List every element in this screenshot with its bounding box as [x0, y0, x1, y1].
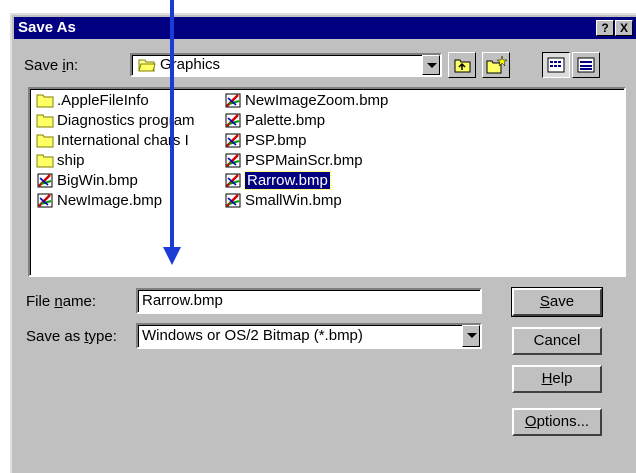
list-view-icon: [547, 57, 565, 73]
chevron-down-icon[interactable]: [422, 55, 440, 75]
folder-list-item[interactable]: International chars I: [36, 131, 189, 151]
file-name-text: International chars I: [57, 132, 189, 149]
file-list-item[interactable]: NewImageZoom.bmp: [224, 91, 388, 111]
file-name-input[interactable]: Rarrow.bmp: [136, 288, 482, 314]
file-name-text: PSPMainScr.bmp: [245, 152, 363, 169]
bitmap-file-icon: [225, 173, 241, 188]
file-list-item[interactable]: Rarrow.bmp: [224, 171, 331, 191]
file-name-text: .AppleFileInfo: [57, 92, 149, 109]
bitmap-file-icon: [225, 193, 241, 208]
file-name-text: BigWin.bmp: [57, 172, 138, 189]
save-in-label: Save in:: [24, 57, 78, 74]
save-as-type-value: Windows or OS/2 Bitmap (*.bmp): [142, 327, 363, 344]
file-name-label-accel: n: [54, 293, 63, 310]
file-name-text: SmallWin.bmp: [245, 192, 342, 209]
help-button-rest: elp: [552, 370, 573, 387]
file-list-item[interactable]: PSPMainScr.bmp: [224, 151, 363, 171]
details-view-icon: [577, 57, 595, 73]
file-list-item[interactable]: BigWin.bmp: [36, 171, 138, 191]
file-list[interactable]: .AppleFileInfo Diagnostics program Interna…: [28, 87, 626, 277]
bitmap-file-icon: [225, 93, 241, 108]
annotation-arrow-shaft: [170, 0, 174, 248]
close-button[interactable]: X: [615, 20, 633, 36]
save-in-label-suffix: n:: [65, 57, 79, 74]
save-as-type-label: Save as type:: [26, 328, 117, 345]
file-name-text: Rarrow.bmp: [244, 171, 331, 190]
help-button[interactable]: Help: [512, 365, 602, 393]
bitmap-file-icon: [225, 133, 241, 148]
file-list-item[interactable]: SmallWin.bmp: [224, 191, 342, 211]
file-name-text: NewImage.bmp: [57, 192, 163, 209]
file-name-text: NewImageZoom.bmp: [245, 92, 389, 109]
cancel-button-label: Cancel: [533, 332, 581, 349]
bitmap-file-icon: [37, 173, 53, 188]
options-button-accel: O: [524, 413, 537, 430]
save-in-value: Graphics: [160, 56, 221, 73]
bitmap-file-icon: [225, 153, 241, 168]
folder-list-item[interactable]: ship: [36, 151, 85, 171]
list-view-button[interactable]: [542, 52, 570, 78]
title-bar[interactable]: Save As ? X: [14, 17, 636, 39]
create-new-folder-button[interactable]: [482, 52, 510, 78]
file-name-label-prefix: File: [26, 293, 55, 310]
file-name-text: PSP.bmp: [245, 132, 307, 149]
folder-icon: [36, 134, 54, 148]
save-button-rest: ave: [549, 293, 575, 310]
file-list-item[interactable]: Palette.bmp: [224, 111, 325, 131]
file-name-value: Rarrow.bmp: [142, 292, 223, 309]
dialog-title: Save As: [18, 19, 76, 36]
save-as-dialog: Save As ? X Save in: Graphics .AppleFile…: [10, 13, 636, 473]
save-as-type-label-prefix: Save as: [26, 328, 85, 345]
save-as-type-combo[interactable]: Windows or OS/2 Bitmap (*.bmp): [136, 323, 482, 349]
bitmap-file-icon: [225, 113, 241, 128]
folder-icon: [36, 114, 54, 128]
file-list-item[interactable]: NewImage.bmp: [36, 191, 162, 211]
save-button[interactable]: Save: [511, 287, 603, 317]
options-button-rest: ptions...: [536, 413, 590, 430]
save-as-type-label-suffix: ype:: [88, 328, 117, 345]
cancel-button[interactable]: Cancel: [512, 327, 602, 355]
help-button-accel: H: [541, 370, 553, 387]
save-button-accel: S: [539, 293, 550, 310]
folder-list-item[interactable]: .AppleFileInfo: [36, 91, 149, 111]
chevron-down-icon[interactable]: [462, 325, 480, 347]
file-name-label-suffix: ame:: [62, 293, 97, 310]
file-name-text: Palette.bmp: [245, 112, 326, 129]
up-one-level-button[interactable]: [448, 52, 476, 78]
folder-icon: [36, 154, 54, 168]
help-title-button[interactable]: ?: [596, 20, 614, 36]
annotation-arrow-head: [163, 247, 181, 265]
up-folder-icon: [454, 59, 471, 73]
bitmap-file-icon: [37, 193, 53, 208]
file-name-text: ship: [57, 152, 85, 169]
file-name-label: File name:: [26, 293, 96, 310]
details-view-button[interactable]: [572, 52, 600, 78]
save-in-combo[interactable]: Graphics: [130, 53, 442, 77]
file-list-item[interactable]: PSP.bmp: [224, 131, 306, 151]
folder-open-icon: [138, 59, 156, 72]
folder-icon: [36, 94, 54, 108]
options-button[interactable]: Options...: [512, 408, 602, 436]
save-in-label-prefix: Save: [24, 57, 63, 74]
new-folder-icon: [486, 55, 508, 74]
